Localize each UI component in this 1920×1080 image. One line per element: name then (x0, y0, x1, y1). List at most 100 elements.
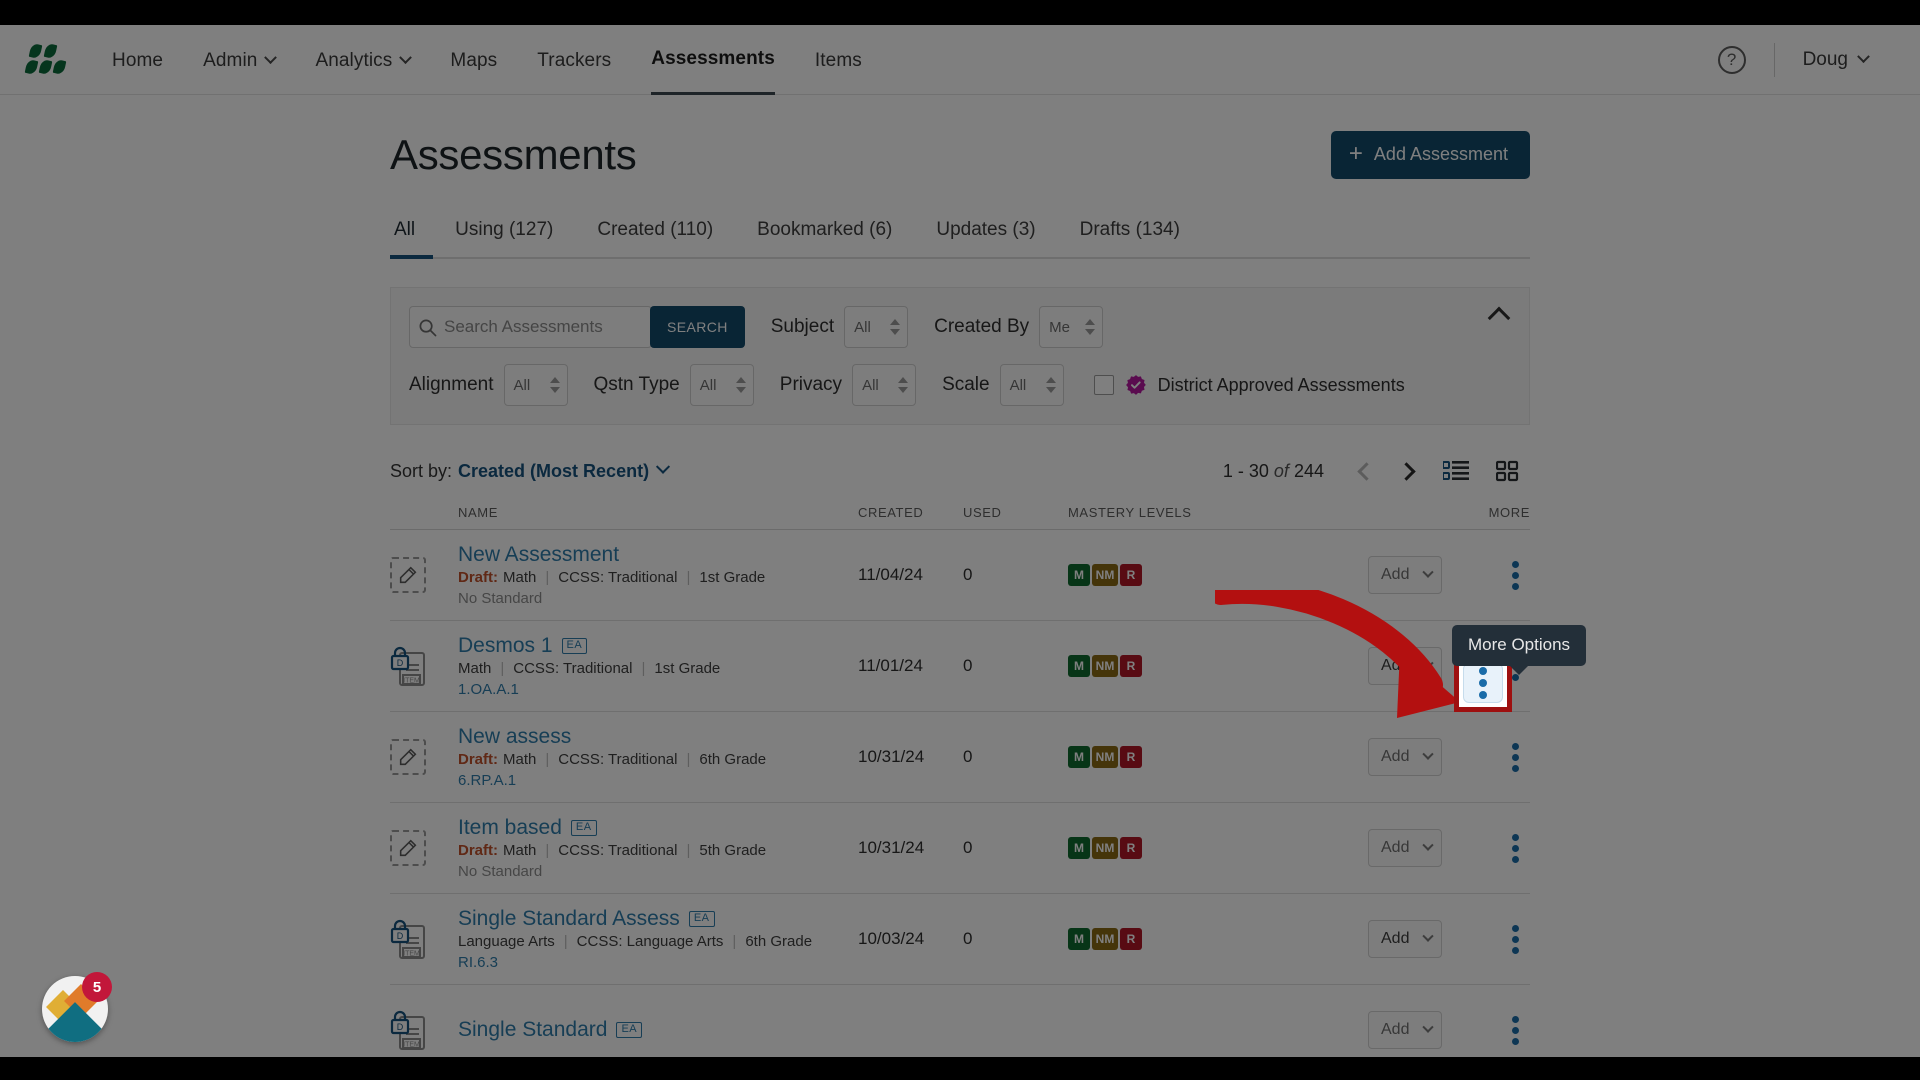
filter-panel: SEARCH SubjectAllCreated ByMe AlignmentA… (390, 287, 1530, 425)
standard-label[interactable]: 6.RP.A.1 (458, 772, 858, 789)
ea-badge: EA (688, 910, 715, 927)
search-button[interactable]: SEARCH (650, 306, 745, 348)
mastery-badge-r: R (1120, 746, 1142, 768)
assessment-title-link[interactable]: Single Standard Assess EA (458, 907, 858, 930)
mastery-badge-nm: NM (1092, 746, 1118, 768)
spinner-arrows-icon[interactable] (1085, 319, 1096, 335)
mastery-badge-m: M (1068, 746, 1090, 768)
nav-item-label: Items (814, 49, 862, 71)
sort-chevron-down-icon[interactable] (655, 459, 671, 474)
created-date: 11/04/24 (858, 565, 923, 584)
standard-label[interactable]: 1.OA.A.1 (458, 681, 858, 698)
add-dropdown[interactable]: Add (1368, 1011, 1442, 1049)
tooltip-text: More Options (1468, 635, 1571, 654)
filter-select-privacy[interactable]: All (852, 364, 917, 406)
grid-view-button[interactable] (1486, 451, 1530, 491)
assessment-title-link[interactable]: Single Standard EA (458, 1018, 858, 1041)
nav-item-maps[interactable]: Maps (450, 26, 497, 94)
meta-separator: | (545, 842, 550, 860)
assessment-title-link[interactable]: Item based EA (458, 816, 858, 839)
mastery-badge-m: M (1068, 564, 1090, 586)
filter-select-alignment[interactable]: All (503, 364, 568, 406)
spinner-arrows-icon[interactable] (1045, 377, 1056, 393)
spinner-arrows-icon[interactable] (898, 377, 909, 393)
filter-select-subject[interactable]: All (844, 306, 909, 348)
nav-item-items[interactable]: Items (815, 26, 862, 94)
filter-select-scale[interactable]: All (999, 364, 1064, 406)
nav-item-analytics[interactable]: Analytics (315, 26, 413, 94)
assessment-name-cell: Single Standard EA (458, 1018, 858, 1041)
tab-created-110[interactable]: Created (110) (575, 209, 735, 259)
used-count: 0 (963, 929, 973, 948)
tab-bookmarked-6[interactable]: Bookmarked (6) (735, 209, 914, 259)
previous-page-button[interactable] (1346, 451, 1386, 491)
tab-using-127[interactable]: Using (127) (433, 209, 575, 259)
meta-framework: CCSS: Traditional (558, 842, 678, 860)
more-options-button[interactable] (1500, 1015, 1530, 1045)
tab-drafts-134[interactable]: Drafts (134) (1058, 209, 1202, 259)
chevron-down-icon (1857, 50, 1870, 64)
assessment-title-link[interactable]: New Assessment (458, 543, 858, 566)
assessment-title-text: Single Standard Assess (458, 906, 680, 930)
meta-separator: | (686, 842, 691, 860)
next-page-button[interactable] (1386, 451, 1426, 491)
nav-right-group: ? Doug (1717, 42, 1894, 77)
letterbox-bottom (0, 1057, 1920, 1080)
add-dropdown[interactable]: Add (1368, 556, 1442, 594)
more-options-button[interactable] (1500, 560, 1530, 590)
pagination-group: 1 - 30 of 244 (1223, 451, 1530, 491)
more-options-button[interactable] (1500, 742, 1530, 772)
nav-item-assessments[interactable]: Assessments (651, 24, 775, 95)
svg-text:D: D (397, 931, 404, 941)
assessment-title-link[interactable]: New assess (458, 725, 858, 748)
meta-separator: | (500, 660, 505, 678)
meta-framework: CCSS: Traditional (558, 751, 678, 769)
filter-value: Me (1049, 318, 1071, 336)
more-options-button[interactable] (1500, 833, 1530, 863)
nav-item-home[interactable]: Home (112, 26, 163, 94)
add-dropdown[interactable]: Add (1368, 920, 1442, 958)
kebab-menu-icon[interactable] (1463, 663, 1503, 703)
floating-help-widget[interactable]: 5 (42, 972, 112, 1042)
meta-subject: Math (503, 842, 537, 860)
spinner-arrows-icon[interactable] (735, 377, 746, 393)
filter-select-qstn-type[interactable]: All (689, 364, 754, 406)
column-header-name: NAME (458, 505, 498, 520)
list-view-button[interactable] (1434, 451, 1478, 491)
assessment-title-link[interactable]: Desmos 1 EA (458, 634, 858, 657)
mastery-badge-m: M (1068, 655, 1090, 677)
spinner-arrows-icon[interactable] (549, 377, 560, 393)
sort-by-value[interactable]: Created (Most Recent) (458, 461, 649, 482)
tab-all[interactable]: All (390, 209, 434, 259)
spinner-arrows-icon[interactable] (890, 319, 901, 335)
more-options-button[interactable] (1500, 924, 1530, 954)
district-approved-checkbox[interactable] (1093, 375, 1114, 395)
filter-select-created-by[interactable]: Me (1039, 306, 1104, 348)
add-dropdown[interactable]: Add (1368, 829, 1442, 867)
help-icon[interactable]: ? (1717, 45, 1746, 74)
add-dropdown[interactable]: Add (1368, 738, 1442, 776)
meta-grade: 6th Grade (699, 751, 767, 769)
nav-item-trackers[interactable]: Trackers (537, 26, 611, 94)
user-name: Doug (1802, 48, 1848, 70)
meta-separator: | (545, 751, 550, 769)
add-dropdown-label: Add (1381, 1021, 1410, 1038)
logo-icon[interactable] (24, 42, 67, 77)
add-assessment-button[interactable]: + Add Assessment (1330, 131, 1530, 179)
plus-icon: + (1348, 139, 1363, 167)
nav-item-admin[interactable]: Admin (203, 26, 278, 94)
search-box[interactable] (409, 306, 652, 348)
add-dropdown[interactable]: Add (1368, 647, 1442, 685)
search-input[interactable] (444, 317, 651, 337)
column-header-used: USED (963, 505, 1002, 520)
tab-updates-3[interactable]: Updates (3) (914, 209, 1057, 259)
mastery-badge-nm: NM (1092, 655, 1118, 677)
table-row: New assess Draft: Math | CCSS: Traditional | 6… (390, 712, 1530, 803)
standard-label[interactable]: RI.6.3 (458, 954, 858, 971)
user-menu[interactable]: Doug (1802, 48, 1870, 71)
chevron-down-icon (1422, 1021, 1434, 1033)
district-approved-filter[interactable]: District Approved Assessments (1093, 374, 1405, 396)
assessment-title-text: New assess (458, 724, 572, 748)
nav-divider (1773, 42, 1775, 77)
chevron-down-icon (1422, 839, 1434, 851)
